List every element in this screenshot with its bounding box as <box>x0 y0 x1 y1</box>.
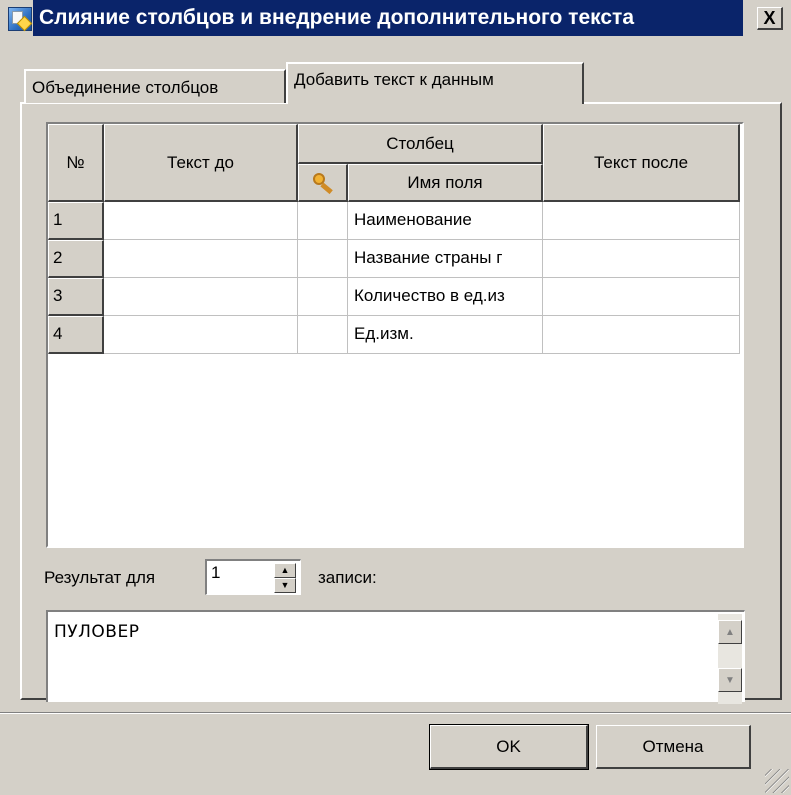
header-field-name[interactable]: Имя поля <box>348 164 543 202</box>
title-bar[interactable]: Слияние столбцов и внедрение дополнитель… <box>0 0 791 36</box>
row-number[interactable]: 2 <box>48 240 104 278</box>
header-key[interactable] <box>298 164 348 202</box>
cell-text-after[interactable] <box>543 278 740 316</box>
cell-text-before[interactable] <box>104 240 298 278</box>
dialog-window: Слияние столбцов и внедрение дополнитель… <box>0 0 791 795</box>
spin-down-icon[interactable]: ▼ <box>274 578 296 593</box>
row-number[interactable]: 3 <box>48 278 104 316</box>
fields-grid[interactable]: № Текст до Столбец Имя поля Текст после … <box>46 122 744 548</box>
scroll-down-icon[interactable]: ▼ <box>718 668 742 692</box>
header-num[interactable]: № <box>48 124 104 202</box>
result-label: Результат для <box>44 568 156 587</box>
header-column-group: Столбец <box>298 124 543 164</box>
cell-field[interactable]: Название страны г <box>348 240 543 278</box>
scroll-up-icon[interactable]: ▲ <box>718 620 742 644</box>
record-number-input[interactable] <box>211 563 271 583</box>
app-icon <box>8 7 32 31</box>
header-text-after[interactable]: Текст после <box>543 124 740 202</box>
vertical-scrollbar[interactable]: ▲ ▼ <box>718 614 742 704</box>
tab-add-text[interactable]: Добавить текст к данным <box>286 62 584 104</box>
row-number[interactable]: 4 <box>48 316 104 354</box>
resize-grip-icon[interactable] <box>765 769 789 793</box>
record-spin-edit[interactable]: ▲ ▼ <box>205 559 301 595</box>
cell-field[interactable]: Ед.изм. <box>348 316 543 354</box>
cell-key[interactable] <box>298 240 348 278</box>
footer-divider <box>0 712 791 714</box>
cell-key[interactable] <box>298 202 348 240</box>
result-text: ПУЛОВЕР <box>54 622 140 642</box>
window-title: Слияние столбцов и внедрение дополнитель… <box>33 0 743 36</box>
ok-button[interactable]: OK <box>429 724 589 770</box>
result-preview[interactable]: ПУЛОВЕР ▲ ▼ <box>46 610 745 704</box>
close-button[interactable]: X <box>757 7 783 30</box>
cell-field[interactable]: Наименование <box>348 202 543 240</box>
cell-text-after[interactable] <box>543 240 740 278</box>
tab-merge-columns[interactable]: Объединение столбцов <box>24 69 286 103</box>
key-icon <box>312 172 334 194</box>
records-label: записи: <box>318 568 377 587</box>
cell-text-after[interactable] <box>543 316 740 354</box>
cell-text-before[interactable] <box>104 316 298 354</box>
tab-label: Добавить текст к данным <box>294 70 494 89</box>
cell-field[interactable]: Количество в ед.из <box>348 278 543 316</box>
spin-up-icon[interactable]: ▲ <box>274 563 296 578</box>
spin-buttons: ▲ ▼ <box>274 563 298 593</box>
cell-text-before[interactable] <box>104 202 298 240</box>
cell-text-before[interactable] <box>104 278 298 316</box>
tab-label: Объединение столбцов <box>32 78 219 97</box>
header-text-before[interactable]: Текст до <box>104 124 298 202</box>
cell-text-after[interactable] <box>543 202 740 240</box>
row-number[interactable]: 1 <box>48 202 104 240</box>
cell-key[interactable] <box>298 316 348 354</box>
cell-key[interactable] <box>298 278 348 316</box>
cancel-button[interactable]: Отмена <box>596 725 751 769</box>
